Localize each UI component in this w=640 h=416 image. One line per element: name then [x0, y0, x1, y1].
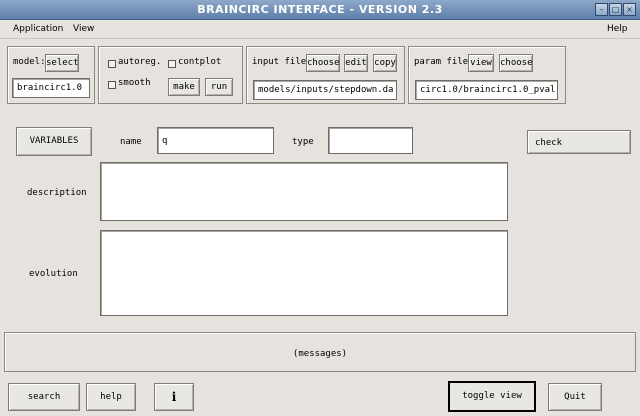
options-group: autoreg. contplot smooth make run	[98, 46, 243, 104]
menu-help[interactable]: Help	[607, 24, 628, 34]
maximize-icon[interactable]: □	[609, 3, 622, 16]
description-label: description	[27, 188, 87, 198]
title-bar[interactable]: BRAINCIRC INTERFACE - VERSION 2.3 – □ ×	[0, 0, 640, 20]
param-file-field[interactable]	[415, 80, 558, 100]
input-file-field[interactable]	[253, 80, 397, 100]
minimize-icon[interactable]: –	[595, 3, 608, 16]
name-field[interactable]	[157, 127, 274, 154]
input-file-group: input file: choose edit copy	[246, 46, 405, 104]
contplot-checkbox[interactable]	[168, 60, 176, 68]
variables-button[interactable]: VARIABLES	[16, 127, 92, 156]
input-choose-button[interactable]: choose	[306, 54, 340, 72]
search-button[interactable]: search	[8, 383, 80, 411]
toggle-view-button[interactable]: toggle view	[448, 381, 536, 412]
menu-bar: Application View Help	[0, 20, 640, 39]
evolution-textarea[interactable]	[100, 230, 508, 316]
quit-button[interactable]: Quit	[548, 383, 602, 411]
input-copy-button[interactable]: copy	[373, 54, 397, 72]
help-button[interactable]: help	[86, 383, 136, 411]
window-title: BRAINCIRC INTERFACE - VERSION 2.3	[197, 3, 443, 16]
messages-text: (messages)	[292, 349, 348, 359]
info-icon[interactable]: i	[154, 383, 194, 411]
close-icon[interactable]: ×	[623, 3, 636, 16]
smooth-checkbox[interactable]	[108, 81, 116, 89]
check-button[interactable]: check	[527, 130, 631, 154]
menu-application[interactable]: Application	[13, 24, 63, 34]
app-window: BRAINCIRC INTERFACE - VERSION 2.3 – □ × …	[0, 0, 640, 416]
param-choose-button[interactable]: choose	[499, 54, 533, 72]
autoreg-checkbox[interactable]	[108, 60, 116, 68]
type-label: type	[292, 137, 314, 147]
model-field[interactable]	[12, 78, 90, 98]
make-button[interactable]: make	[168, 78, 200, 96]
input-edit-button[interactable]: edit	[344, 54, 368, 72]
name-label: name	[120, 137, 142, 147]
smooth-label: smooth	[118, 78, 151, 88]
param-file-group: param file: view choose	[408, 46, 566, 104]
contplot-label: contplot	[178, 57, 222, 67]
menu-view[interactable]: View	[73, 24, 94, 34]
run-button[interactable]: run	[205, 78, 233, 96]
input-file-label: input file:	[252, 57, 312, 67]
param-file-label: param file:	[414, 57, 474, 67]
description-textarea[interactable]	[100, 162, 508, 221]
model-label: model:	[13, 57, 46, 67]
evolution-label: evolution	[29, 269, 78, 279]
param-view-button[interactable]: view	[468, 54, 494, 72]
model-group: model: select	[7, 46, 95, 104]
messages-panel: (messages)	[4, 332, 636, 372]
model-select-button[interactable]: select	[45, 54, 79, 72]
autoreg-label: autoreg.	[118, 57, 162, 67]
type-field[interactable]	[328, 127, 413, 154]
